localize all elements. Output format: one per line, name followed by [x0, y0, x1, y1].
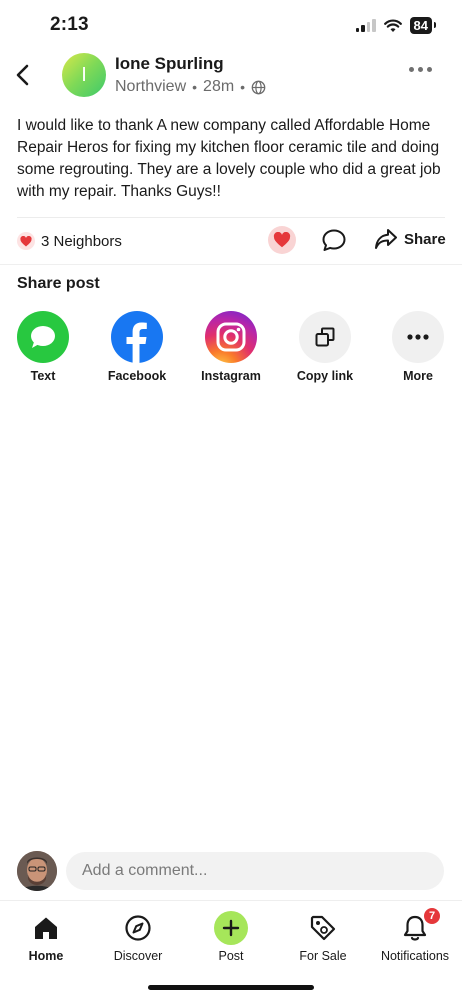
comment-bar: [0, 850, 462, 894]
ellipsis-icon: [392, 311, 444, 363]
share-option-label: Instagram: [201, 369, 261, 383]
user-avatar[interactable]: [17, 851, 57, 891]
tag-icon: [310, 915, 336, 941]
ellipsis-dot: [409, 67, 414, 72]
chevron-left-icon: [16, 64, 29, 86]
home-icon: [35, 917, 57, 939]
notification-badge: 7: [423, 907, 441, 925]
heart-icon: [273, 232, 291, 248]
nav-notifications[interactable]: 7 Notifications: [369, 907, 461, 963]
nav-label: For Sale: [299, 949, 347, 963]
neighbors-count: 3 Neighbors: [41, 232, 122, 250]
react-button[interactable]: [268, 226, 296, 254]
compass-icon: [125, 915, 151, 941]
back-button[interactable]: [10, 60, 34, 90]
post-body: I would like to thank A new company call…: [17, 117, 441, 200]
share-text-button[interactable]: Text: [3, 311, 83, 383]
nav-discover[interactable]: Discover: [92, 911, 184, 963]
share-option-label: Copy link: [296, 369, 354, 383]
comment-input[interactable]: [66, 852, 444, 890]
nav-label: Discover: [113, 949, 163, 963]
post-time: 28m: [203, 78, 235, 95]
instagram-icon: [205, 311, 257, 363]
share-arrow-icon: [375, 229, 397, 249]
nav-label: Notifications: [380, 949, 450, 963]
section-divider: [0, 264, 462, 265]
globe-icon: [251, 80, 266, 94]
share-option-label: More: [403, 369, 433, 383]
reaction-summary[interactable]: 3 Neighbors: [17, 232, 122, 250]
nav-home[interactable]: Home: [0, 911, 92, 963]
meta-separator: •: [192, 79, 198, 95]
author-meta: Northview • 28m •: [115, 78, 266, 96]
author-name[interactable]: Ione Spurling: [115, 54, 224, 74]
divider: [17, 217, 445, 218]
copy-icon: [299, 311, 351, 363]
status-bar: 2:13 84: [0, 0, 462, 50]
share-section-title: Share post: [17, 275, 100, 292]
speech-bubble-icon: [322, 229, 346, 251]
share-more-button[interactable]: More: [378, 311, 458, 383]
cellular-signal-icon: [355, 19, 376, 32]
more-options-button[interactable]: [409, 67, 432, 72]
wifi-icon: [383, 19, 402, 32]
nav-label: Post: [218, 949, 244, 963]
nav-for-sale[interactable]: For Sale: [277, 911, 369, 963]
ellipsis-dot: [427, 67, 432, 72]
share-option-label: Text: [30, 369, 56, 383]
share-option-label: Facebook: [107, 369, 167, 383]
copy-link-button[interactable]: Copy link: [285, 311, 365, 383]
status-indicators: 84: [355, 17, 437, 34]
share-label: Share: [404, 230, 446, 248]
ellipsis-dot: [418, 67, 423, 72]
plus-icon: [214, 911, 248, 945]
facebook-icon: [111, 311, 163, 363]
post-header: I Ione Spurling Northview • 28m •: [0, 50, 462, 102]
author-avatar[interactable]: I: [62, 53, 106, 97]
status-time: 2:13: [50, 14, 89, 35]
nav-post[interactable]: Post: [185, 911, 277, 963]
heart-reaction-icon: [17, 232, 35, 250]
share-facebook-button[interactable]: Facebook: [97, 311, 177, 383]
meta-separator: •: [240, 79, 246, 95]
nav-label: Home: [28, 949, 64, 963]
comment-button[interactable]: [321, 228, 347, 257]
message-bubble-icon: [17, 311, 69, 363]
share-instagram-button[interactable]: Instagram: [191, 311, 271, 383]
author-neighborhood[interactable]: Northview: [115, 78, 186, 96]
share-options: Text Facebook Instagram Copy link More: [0, 311, 462, 391]
share-button[interactable]: Share: [374, 228, 446, 250]
battery-indicator: 84: [409, 17, 437, 34]
reactions-row: 3 Neighbors Share: [0, 222, 462, 260]
home-indicator: [148, 985, 314, 990]
